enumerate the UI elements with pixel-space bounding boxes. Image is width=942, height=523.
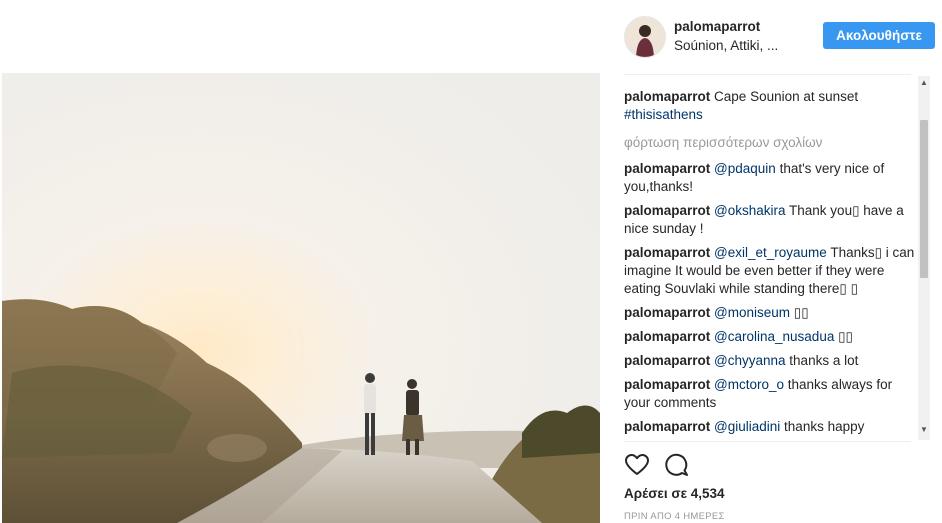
post-header: palomaparrot Soúnion, Attiki, ... Ακολου… [624, 16, 935, 75]
comment-mention[interactable]: @exil_et_royaume [714, 245, 827, 260]
comment-mention[interactable]: @carolina_nusadua [714, 329, 834, 344]
comment-item: palomaparrot @exil_et_royaume Thanks▯ i … [624, 244, 918, 298]
comments-scrollbar[interactable]: ▲ ▼ [918, 76, 930, 440]
comment-username[interactable]: palomaparrot [624, 353, 710, 368]
comments-list: palomaparrot Cape Sounion at sunset #thi… [624, 88, 918, 440]
avatar[interactable] [624, 16, 666, 58]
scrollbar-thumb[interactable] [920, 120, 928, 278]
comment-mention[interactable]: @giuliadini [714, 419, 780, 434]
comment-username[interactable]: palomaparrot [624, 305, 710, 320]
comment-mention[interactable]: @chyyanna [714, 353, 786, 368]
comment-item: palomaparrot @okshakira Thank you▯ have … [624, 202, 918, 238]
comment-mention[interactable]: @okshakira [714, 203, 785, 218]
comment-item: palomaparrot @carolina_nusadua ▯▯ [624, 328, 918, 346]
caption-username[interactable]: palomaparrot [624, 89, 710, 104]
sunset-photo-image [2, 73, 600, 523]
post-timestamp[interactable]: ΠΡΙΝ ΑΠΟ 4 ΗΜΕΡΕΣ [624, 511, 725, 522]
comment-username[interactable]: palomaparrot [624, 245, 710, 260]
comment-item: palomaparrot @giuliadini thanks happy [624, 418, 918, 436]
comment-username[interactable]: palomaparrot [624, 419, 710, 434]
caption-text: Cape Sounion at sunset [714, 89, 859, 104]
scroll-up-arrow-icon[interactable]: ▲ [920, 78, 928, 87]
scroll-down-arrow-icon[interactable]: ▼ [920, 425, 928, 434]
avatar-image [625, 17, 665, 57]
comment-text: thanks happy [780, 419, 865, 434]
comment-item: palomaparrot @moniseum ▯▯ [624, 304, 918, 322]
comment-item: palomaparrot @chyyanna thanks a lot [624, 352, 918, 370]
comment-username[interactable]: palomaparrot [624, 329, 710, 344]
comment-mention[interactable]: @pdaquin [714, 161, 776, 176]
comment-username[interactable]: palomaparrot [624, 203, 710, 218]
post-sidebar: palomaparrot Soúnion, Attiki, ... Ακολου… [600, 0, 942, 523]
comment-username[interactable]: palomaparrot [624, 377, 710, 392]
post-location[interactable]: Soúnion, Attiki, ... [674, 38, 778, 53]
comment-item: palomaparrot @mctoro_o thanks always for… [624, 376, 918, 412]
divider [624, 441, 911, 442]
post-username[interactable]: palomaparrot [674, 19, 760, 34]
heart-icon[interactable] [624, 452, 650, 478]
comment-item: palomaparrot @pdaquin that's very nice o… [624, 160, 918, 196]
comment-icon[interactable] [664, 452, 690, 478]
comment-text: thanks a lot [785, 353, 859, 368]
comment-mention[interactable]: @moniseum [714, 305, 790, 320]
likes-count[interactable]: Αρέσει σε 4,534 [624, 486, 725, 501]
post-photo[interactable] [2, 73, 600, 523]
caption: palomaparrot Cape Sounion at sunset #thi… [624, 88, 918, 124]
comment-mention[interactable]: @mctoro_o [714, 377, 784, 392]
caption-hashtag[interactable]: #thisisathens [624, 107, 703, 122]
load-more-comments-link[interactable]: φόρτωση περισσότερων σχολίων [624, 134, 918, 152]
comment-text: ▯▯ [834, 329, 853, 344]
follow-button[interactable]: Ακολουθήστε [823, 22, 935, 49]
comment-username[interactable]: palomaparrot [624, 161, 710, 176]
comment-text: ▯▯ [790, 305, 809, 320]
